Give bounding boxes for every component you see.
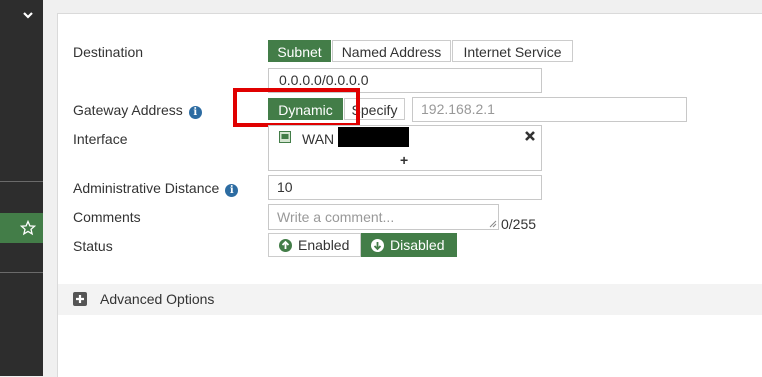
interface-value: WAN: [302, 131, 335, 147]
sidebar-divider: [0, 272, 43, 273]
gateway-label: Gateway Address i: [73, 101, 202, 119]
redacted-block: [338, 127, 409, 147]
destination-internet-service-button[interactable]: Internet Service: [452, 40, 573, 62]
advanced-options-label: Advanced Options: [100, 291, 215, 307]
gateway-label-text: Gateway Address: [73, 102, 183, 118]
destination-label: Destination: [73, 44, 144, 60]
interface-label: Interface: [73, 131, 128, 147]
admin-distance-label-text: Administrative Distance: [73, 180, 220, 196]
chevron-down-icon[interactable]: [21, 8, 35, 22]
sidebar-divider: [0, 181, 43, 182]
admin-distance-label: Administrative Distance i: [73, 179, 239, 197]
arrow-down-circle-icon: [371, 239, 384, 252]
comments-placeholder: Write a comment...: [277, 209, 395, 225]
status-label: Status: [73, 238, 113, 254]
comments-textarea[interactable]: Write a comment...: [268, 204, 499, 230]
gateway-address-placeholder: 192.168.2.1: [421, 101, 495, 117]
star-icon[interactable]: [20, 220, 36, 236]
expand-icon[interactable]: [73, 292, 87, 306]
highlight-box: [233, 88, 360, 127]
plus-icon[interactable]: +: [400, 152, 408, 168]
close-icon[interactable]: [523, 129, 537, 143]
admin-distance-input[interactable]: 10: [268, 175, 542, 200]
gateway-address-input[interactable]: 192.168.2.1: [412, 97, 687, 122]
comments-counter: 0/255: [501, 216, 537, 232]
network-icon: [279, 131, 291, 143]
arrow-up-circle-icon: [279, 239, 292, 252]
status-disabled-button[interactable]: Disabled: [361, 233, 457, 257]
comments-label: Comments: [73, 209, 141, 225]
resize-handle-icon[interactable]: [489, 220, 497, 228]
status-enabled-button[interactable]: Enabled: [268, 233, 361, 257]
status-enabled-label: Enabled: [298, 237, 350, 253]
sidebar: [0, 0, 43, 376]
info-icon[interactable]: i: [188, 106, 202, 119]
info-icon[interactable]: i: [225, 184, 239, 197]
status-disabled-label: Disabled: [390, 237, 445, 253]
destination-named-address-button[interactable]: Named Address: [332, 40, 451, 62]
destination-subnet-button[interactable]: Subnet: [268, 40, 331, 62]
